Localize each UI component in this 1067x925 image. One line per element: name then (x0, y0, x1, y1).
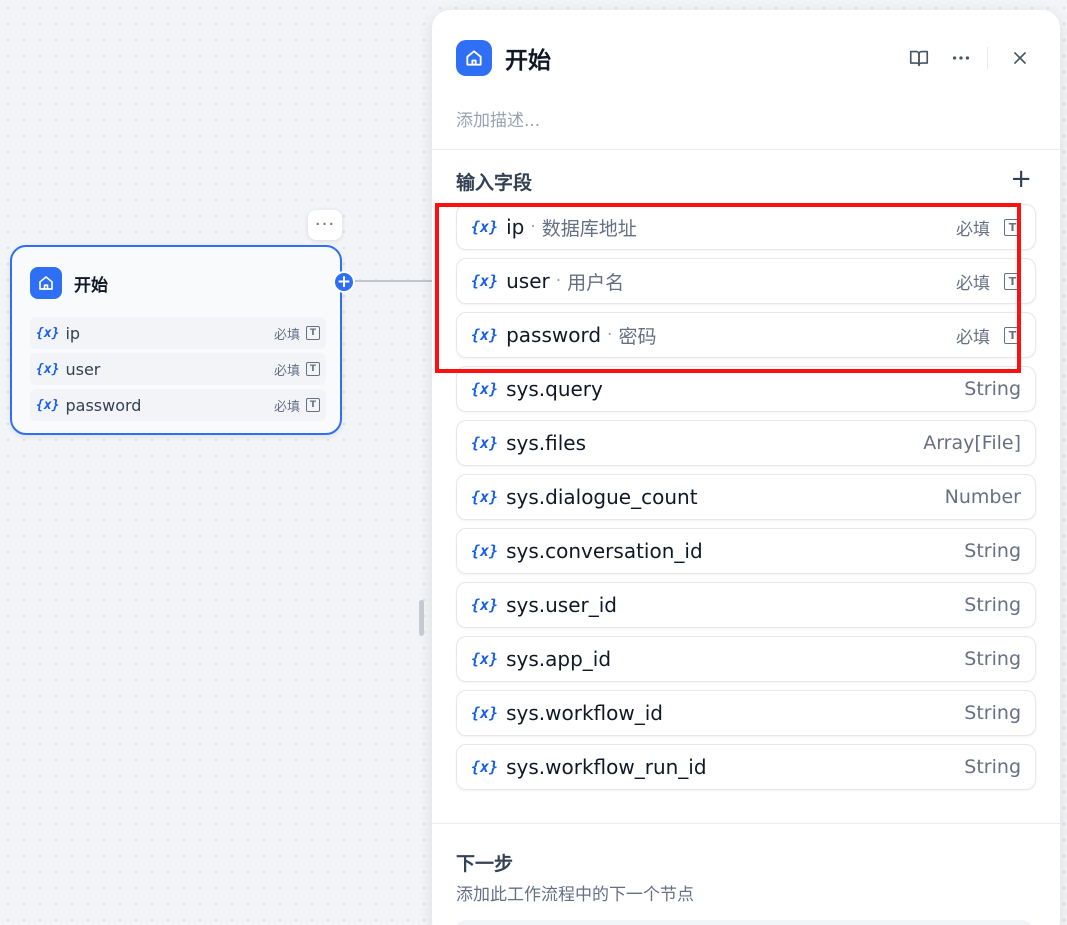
field-type: String (964, 540, 1021, 562)
field-name: sys.dialogue_count (506, 485, 698, 509)
panel-resize-handle[interactable] (419, 600, 424, 636)
input-field-row[interactable]: {x} password · 密码 必填 T (456, 312, 1036, 358)
node-variable-name: ip (65, 323, 81, 343)
system-field-row[interactable]: {x} sys.dialogue_count Number (456, 474, 1036, 520)
node-variable-name: password (65, 395, 142, 415)
input-field-row[interactable]: {x} ip · 数据库地址 必填 T (456, 204, 1036, 250)
required-label: 必填 (956, 219, 990, 240)
field-name: sys.conversation_id (506, 539, 703, 563)
variable-icon: {x} (36, 397, 60, 413)
variable-icon: {x} (471, 704, 499, 722)
node-variable-row[interactable]: {x} password 必填 T (30, 389, 326, 421)
book-icon[interactable] (903, 42, 935, 74)
section-divider (432, 823, 1060, 824)
node-variable-name: user (65, 359, 101, 379)
variable-icon: {x} (36, 361, 60, 377)
field-type: String (964, 702, 1021, 724)
node-edge (355, 280, 433, 282)
field-name: user (506, 269, 550, 293)
separator-dot: · (607, 325, 613, 345)
home-icon (30, 267, 62, 299)
required-label: 必填 (273, 327, 300, 343)
variable-icon: {x} (471, 380, 499, 398)
field-type: Array[File] (923, 432, 1021, 454)
text-type-icon: T (1004, 218, 1021, 236)
system-field-row[interactable]: {x} sys.conversation_id String (456, 528, 1036, 574)
variable-icon: {x} (36, 325, 60, 341)
field-type: String (964, 594, 1021, 616)
field-name: password (506, 323, 602, 347)
section-divider (432, 149, 1060, 150)
add-next-node-button[interactable]: + (333, 271, 355, 293)
field-name: sys.user_id (506, 593, 618, 617)
start-node[interactable]: 开始 {x} ip 必填 T {x} user 必填 T {x} passwor… (10, 245, 342, 435)
required-label: 必填 (956, 327, 990, 348)
variable-icon: {x} (471, 596, 499, 614)
variable-icon: {x} (471, 434, 499, 452)
field-name: sys.query (506, 377, 603, 401)
variable-icon: {x} (471, 218, 499, 236)
variable-icon: {x} (471, 272, 499, 290)
variable-icon: {x} (471, 758, 499, 776)
node-header: 开始 (30, 267, 108, 299)
separator-dot: · (530, 217, 536, 237)
field-name: ip (506, 215, 525, 239)
header-divider (987, 47, 988, 69)
close-icon[interactable] (1004, 42, 1036, 74)
panel-title[interactable]: 开始 (505, 41, 903, 75)
input-field-row[interactable]: {x} user · 用户名 必填 T (456, 258, 1036, 304)
field-label: 密码 (618, 325, 657, 348)
field-label: 数据库地址 (541, 217, 637, 240)
text-type-icon: T (1004, 272, 1021, 290)
variable-icon: {x} (471, 488, 499, 506)
system-field-row[interactable]: {x} sys.files Array[File] (456, 420, 1036, 466)
node-settings-panel: 开始 添加描述... 输入字段 + {x} ip · 数据库地址 必填 T {x… (432, 10, 1060, 925)
field-name: sys.workflow_id (506, 701, 663, 725)
variable-icon: {x} (471, 542, 499, 560)
required-label: 必填 (273, 363, 300, 379)
more-icon[interactable] (945, 42, 977, 74)
field-type: String (964, 648, 1021, 670)
variable-icon: {x} (471, 650, 499, 668)
next-step-title: 下一步 (456, 853, 514, 875)
field-label: 用户名 (567, 271, 625, 294)
field-type: String (964, 378, 1021, 400)
text-type-icon: T (306, 362, 320, 376)
node-variable-row[interactable]: {x} ip 必填 T (30, 317, 326, 349)
description-input[interactable]: 添加描述... (456, 106, 540, 131)
next-step-selector[interactable] (456, 920, 1032, 925)
node-title: 开始 (74, 275, 108, 296)
field-name: sys.files (506, 431, 587, 455)
add-field-button[interactable]: + (1010, 166, 1032, 192)
system-field-row[interactable]: {x} sys.query String (456, 366, 1036, 412)
variable-icon: {x} (471, 326, 499, 344)
node-variable-row[interactable]: {x} user 必填 T (30, 353, 326, 385)
system-field-row[interactable]: {x} sys.workflow_run_id String (456, 744, 1036, 790)
system-field-row[interactable]: {x} sys.workflow_id String (456, 690, 1036, 736)
field-name: sys.workflow_run_id (506, 755, 707, 779)
panel-header: 开始 (456, 38, 1036, 78)
text-type-icon: T (1004, 326, 1021, 344)
text-type-icon: T (306, 398, 320, 412)
system-field-row[interactable]: {x} sys.app_id String (456, 636, 1036, 682)
required-label: 必填 (273, 399, 300, 415)
field-name: sys.app_id (506, 647, 612, 671)
field-type: String (964, 756, 1021, 778)
input-fields-title: 输入字段 (456, 172, 533, 194)
node-more-button[interactable]: ··· (308, 210, 342, 240)
field-type: Number (944, 486, 1021, 508)
text-type-icon: T (306, 326, 320, 340)
next-step-description: 添加此工作流程中的下一个节点 (456, 885, 694, 905)
node-variable-list: {x} ip 必填 T {x} user 必填 T {x} password 必… (30, 317, 326, 421)
home-icon (456, 40, 492, 76)
system-field-row[interactable]: {x} sys.user_id String (456, 582, 1036, 628)
separator-dot: · (555, 271, 562, 291)
required-label: 必填 (956, 273, 990, 294)
input-field-list: {x} ip · 数据库地址 必填 T {x} user · 用户名 必填 T … (456, 204, 1036, 790)
